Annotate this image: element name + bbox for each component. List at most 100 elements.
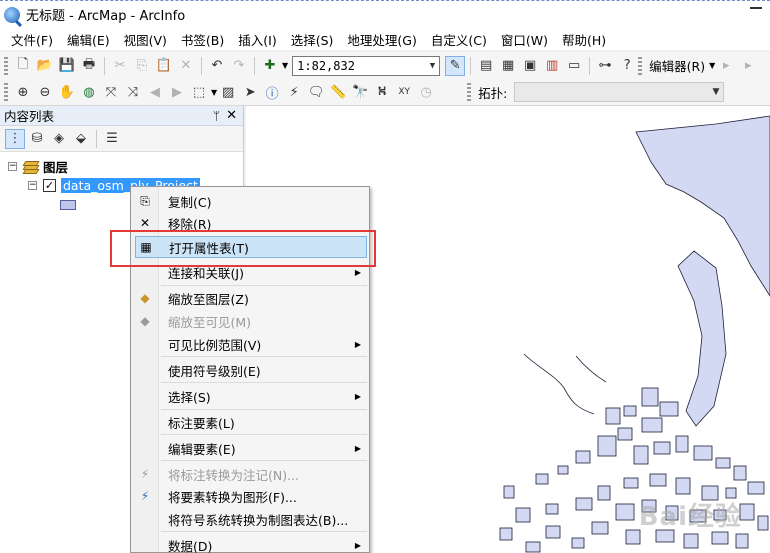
convert-features-icon: ⚡ — [140, 489, 150, 503]
tools-toolbar: ⊕ ⊖ ✋ ◍ ⤧ ⤨ ◀ ▶ ⬚ ▼ ▨ ➤ ⓘ ⚡ 🗨 📏 🔭 ⛕ XY ◷… — [0, 79, 770, 106]
menu-item-convert-symbology[interactable]: 将符号系统转换为制图表达(B)... — [131, 508, 369, 530]
building-polygon — [653, 441, 671, 455]
fixed-zoom-in-icon[interactable]: ⤧ — [101, 82, 121, 102]
menu-insert[interactable]: 插入(I) — [231, 30, 283, 49]
add-data-icon[interactable]: ✚ — [260, 56, 280, 76]
options-icon[interactable]: ☰ — [102, 129, 122, 149]
layers-group-row[interactable]: − 图层 — [8, 157, 68, 176]
catalog-window-icon[interactable]: ▦ — [498, 56, 518, 76]
whats-this-icon[interactable]: ? — [617, 56, 637, 76]
measure-icon[interactable]: 📏 — [328, 82, 348, 102]
zoom-out-icon[interactable]: ⊖ — [35, 82, 55, 102]
menu-file[interactable]: 文件(F) — [4, 30, 60, 49]
menu-item-convert-labels[interactable]: ⚡ 将标注转换为注记(N)... — [131, 463, 369, 485]
list-by-drawing-order-icon[interactable]: ⋮ — [5, 128, 25, 149]
new-document-icon[interactable]: 🗋 — [13, 56, 33, 76]
menu-item-visible-scale-range[interactable]: 可见比例范围(V) ▶ — [131, 333, 369, 355]
chevron-down-icon[interactable]: ▼ — [211, 88, 217, 97]
model-builder-icon[interactable]: ⊶ — [595, 56, 615, 76]
menu-separator — [161, 434, 367, 435]
select-elements-icon[interactable]: ➤ — [240, 82, 260, 102]
edit-annotation-icon[interactable]: ▸ — [738, 56, 758, 76]
arctoolbox-icon[interactable]: ▥ — [542, 56, 562, 76]
collapse-icon[interactable]: − — [8, 162, 17, 171]
chevron-down-icon[interactable]: ▼ — [709, 61, 715, 70]
menu-item-edit-features[interactable]: 编辑要素(E) ▶ — [131, 437, 369, 459]
collapse-icon[interactable]: − — [28, 181, 37, 190]
chevron-down-icon[interactable]: ▼ — [712, 87, 719, 97]
menu-item-selection[interactable]: 选择(S) ▶ — [131, 385, 369, 407]
pan-icon[interactable]: ✋ — [57, 82, 77, 102]
redo-icon[interactable]: ↷ — [229, 56, 249, 76]
road-line — [575, 355, 607, 383]
forward-extent-icon[interactable]: ▶ — [167, 82, 187, 102]
back-extent-icon[interactable]: ◀ — [145, 82, 165, 102]
layer-symbol-row[interactable] — [60, 200, 76, 210]
menu-item-zoom-to-layer[interactable]: ◆ 缩放至图层(Z) — [131, 287, 369, 309]
minimize-button[interactable] — [750, 7, 762, 9]
menu-edit[interactable]: 编辑(E) — [60, 30, 117, 49]
menu-view[interactable]: 视图(V) — [117, 30, 174, 49]
layer-visibility-checkbox[interactable]: ✓ — [43, 179, 56, 192]
close-icon[interactable]: ✕ — [226, 108, 237, 123]
delete-icon[interactable]: ✕ — [176, 56, 196, 76]
find-route-icon[interactable]: ⛕ — [372, 82, 392, 102]
chevron-down-icon[interactable]: ▼ — [282, 61, 288, 70]
menu-item-use-symbol-levels[interactable]: 使用符号级别(E) — [131, 359, 369, 381]
building-polygon — [515, 507, 531, 523]
cut-icon[interactable]: ✂ — [110, 56, 130, 76]
toolbar-grip[interactable] — [467, 83, 472, 101]
toolbar-grip[interactable] — [4, 83, 8, 101]
arcmap-app-icon — [4, 6, 20, 23]
list-by-source-icon[interactable]: ⛁ — [27, 129, 47, 149]
menu-geoprocessing[interactable]: 地理处理(G) — [340, 30, 423, 49]
menu-item-label: 选择(S) — [168, 389, 211, 405]
building-polygon — [641, 417, 663, 433]
undo-icon[interactable]: ↶ — [207, 56, 227, 76]
identify-icon[interactable]: ⓘ — [262, 82, 282, 102]
fixed-zoom-out-icon[interactable]: ⤨ — [123, 82, 143, 102]
list-by-selection-icon[interactable]: ⬙ — [71, 129, 91, 149]
print-icon[interactable]: 🖶 — [79, 56, 99, 76]
list-by-visibility-icon[interactable]: ◈ — [49, 129, 69, 149]
chevron-down-icon[interactable]: ▼ — [430, 61, 435, 71]
time-slider-icon[interactable]: ◷ — [416, 82, 436, 102]
zoom-in-icon[interactable]: ⊕ — [13, 82, 33, 102]
menu-item-copy[interactable]: ⎘ 复制(C) — [131, 190, 369, 212]
menu-item-label-features[interactable]: 标注要素(L) — [131, 411, 369, 433]
paste-icon[interactable]: 📋 — [154, 56, 174, 76]
building-polygon — [575, 497, 593, 511]
edit-tool-icon[interactable]: ▸ — [716, 56, 736, 76]
editor-toolbar-icon[interactable]: ✎ — [445, 55, 466, 76]
toc-window-icon[interactable]: ▤ — [476, 56, 496, 76]
go-to-xy-icon[interactable]: XY — [394, 82, 414, 102]
menu-item-zoom-to-visible[interactable]: ◆ 缩放至可见(M) — [131, 310, 369, 332]
full-extent-icon[interactable]: ◍ — [79, 82, 99, 102]
building-polygon — [659, 401, 679, 417]
pin-icon[interactable]: ᛘ — [213, 109, 220, 123]
menu-bookmarks[interactable]: 书签(B) — [174, 30, 231, 49]
menu-windows[interactable]: 窗口(W) — [494, 30, 555, 49]
topology-select[interactable]: ▼ — [514, 82, 725, 102]
toolbar-grip[interactable] — [4, 56, 8, 75]
clear-selection-icon[interactable]: ▨ — [218, 82, 238, 102]
editor-menu-label[interactable]: 编辑器(R) — [649, 56, 705, 75]
map-scale-combobox[interactable]: 1:82,832 ▼ — [292, 55, 441, 76]
menu-item-convert-features[interactable]: ⚡ 将要素转换为图形(F)... — [131, 485, 369, 507]
hyperlink-icon[interactable]: ⚡ — [284, 82, 304, 102]
select-features-icon[interactable]: ⬚ — [189, 82, 209, 102]
python-window-icon[interactable]: ▭ — [564, 56, 584, 76]
html-popup-icon[interactable]: 🗨 — [306, 82, 326, 102]
search-window-icon[interactable]: ▣ — [520, 56, 540, 76]
copy-icon[interactable]: ⎘ — [132, 56, 152, 76]
find-icon[interactable]: 🔭 — [350, 82, 370, 102]
polygon-symbol-swatch[interactable] — [60, 200, 76, 210]
toolbar-grip[interactable] — [638, 56, 643, 75]
layers-icon — [22, 160, 40, 174]
menu-item-data[interactable]: 数据(D) ▶ — [131, 534, 369, 553]
menu-selection[interactable]: 选择(S) — [284, 30, 341, 49]
menu-help[interactable]: 帮助(H) — [555, 30, 613, 49]
menu-customize[interactable]: 自定义(C) — [424, 30, 494, 49]
open-folder-icon[interactable]: 📂 — [35, 56, 55, 76]
save-icon[interactable]: 💾 — [57, 56, 77, 76]
